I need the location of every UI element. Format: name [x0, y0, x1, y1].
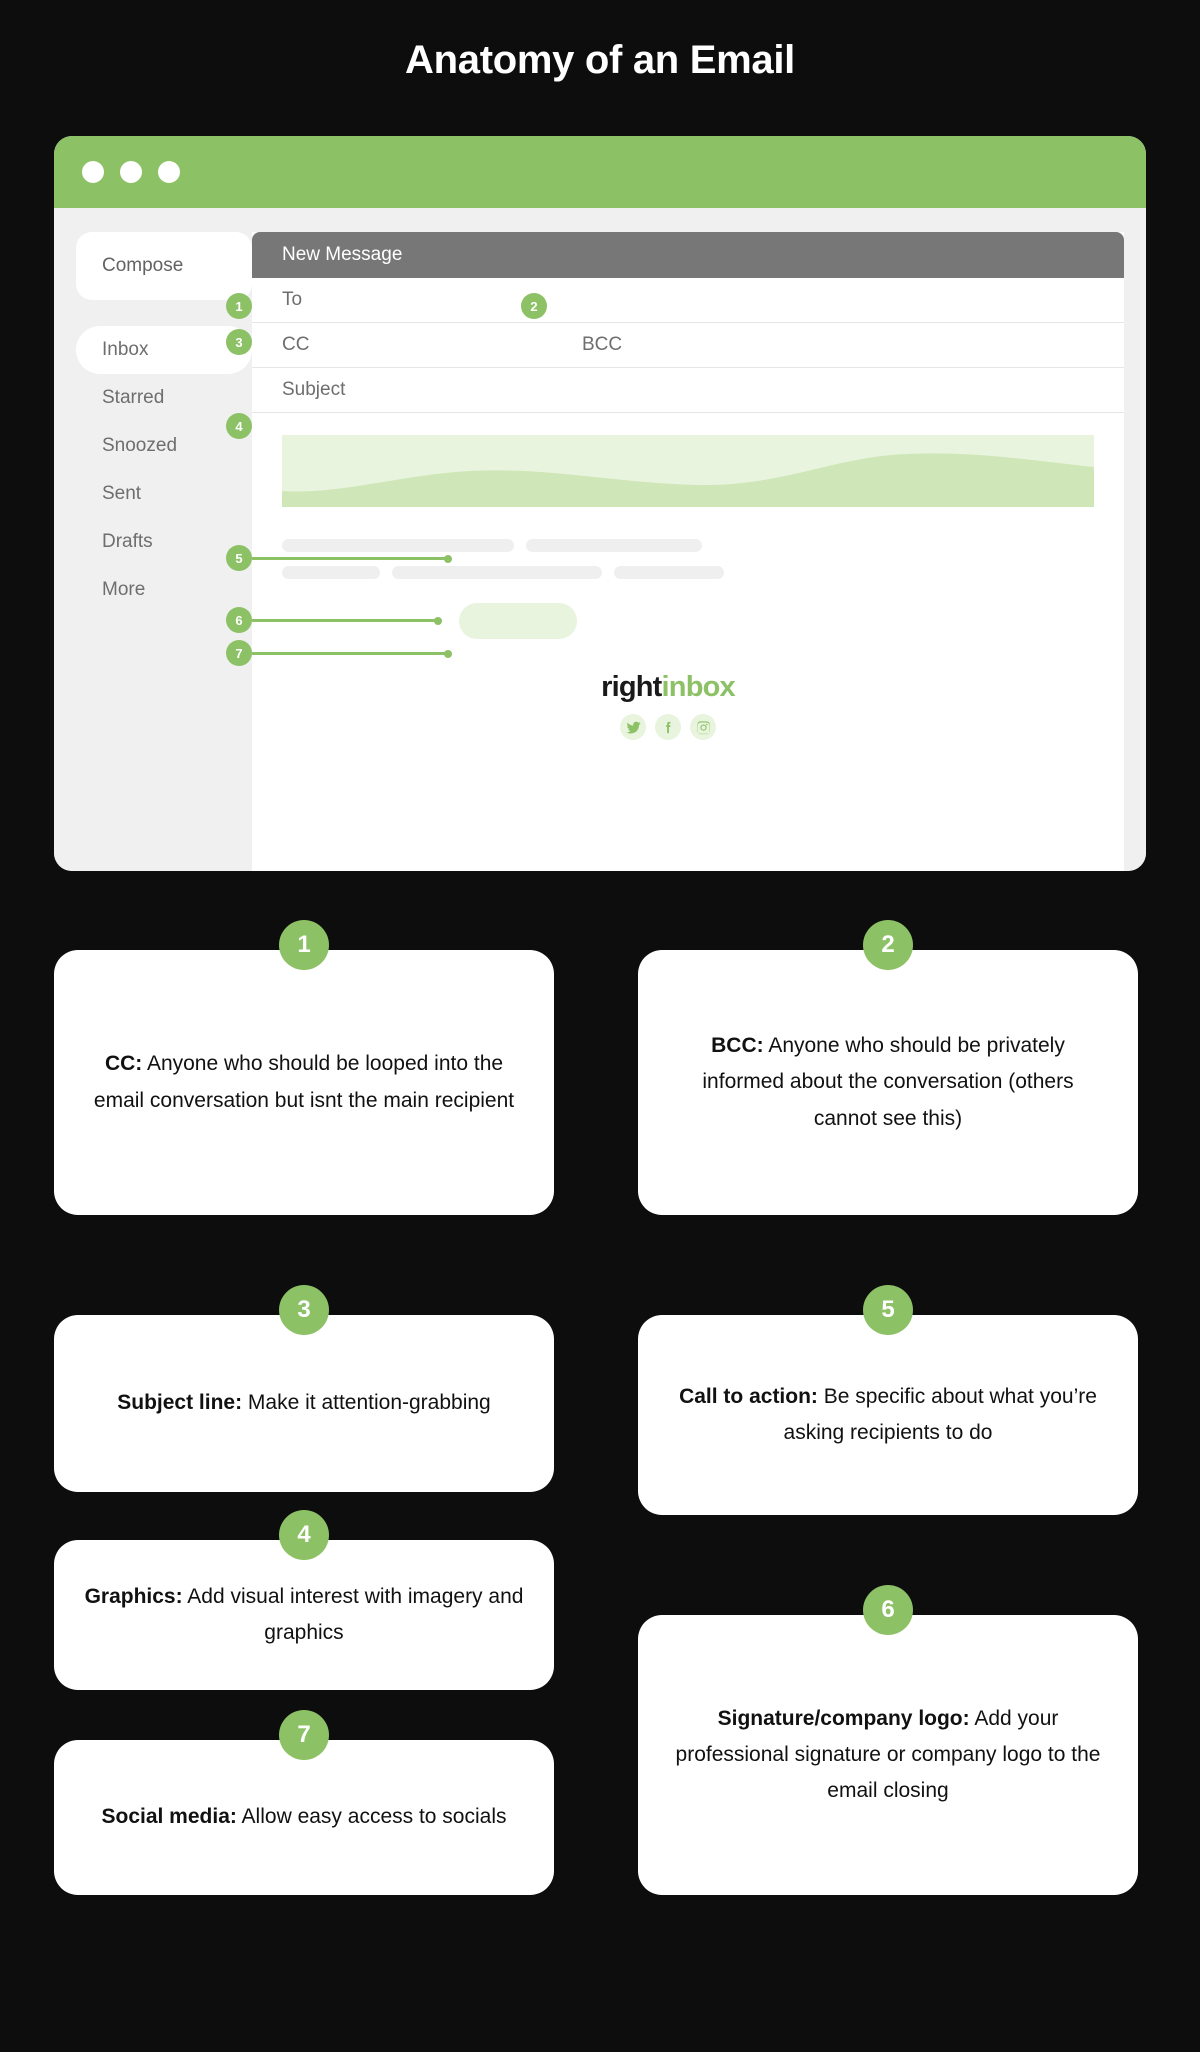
field-row-to[interactable]: To: [252, 278, 1124, 323]
info-card-7-text: Social media: Allow easy access to socia…: [101, 1799, 506, 1835]
mini-badge-4: 4: [226, 413, 252, 439]
twitter-icon[interactable]: [620, 714, 646, 740]
hero-graphic-image: [282, 435, 1094, 507]
mini-badge-7: 7: [226, 640, 252, 666]
compose-button-label: Compose: [102, 255, 184, 276]
placeholder-bar: [282, 566, 380, 579]
info-card-4: Graphics: Add visual interest with image…: [54, 1540, 554, 1690]
leader-line-5: [252, 554, 452, 563]
info-card-7-badge: 7: [279, 1710, 329, 1760]
info-card-4-bold: Graphics:: [84, 1584, 183, 1608]
browser-window-mock: Compose Inbox Starred Snoozed Sent Draft…: [54, 136, 1146, 871]
leader-line-6: [252, 616, 442, 625]
compose-body: rightinbox: [252, 413, 1124, 871]
info-card-1-body: Anyone who should be looped into the ema…: [93, 1052, 515, 1112]
mini-badge-2: 2: [521, 293, 547, 319]
logo-text-right: right: [601, 671, 662, 703]
infographic-page: Anatomy of an Email Compose Inbox Starre…: [0, 0, 1200, 2052]
logo-text-inbox: inbox: [661, 671, 736, 703]
email-sidebar: Compose Inbox Starred Snoozed Sent Draft…: [54, 208, 252, 871]
facebook-icon[interactable]: [655, 714, 681, 740]
rightinbox-logo: rightinbox: [282, 671, 1054, 704]
to-field-label: To: [282, 289, 303, 310]
sidebar-item-label: More: [102, 579, 146, 600]
sidebar-item-starred[interactable]: Starred: [76, 374, 252, 422]
window-dot-close-icon: [82, 161, 104, 183]
info-card-2-bold: BCC:: [711, 1034, 764, 1058]
info-card-5: Call to action: Be specific about what y…: [638, 1315, 1138, 1515]
info-card-3-badge: 3: [279, 1285, 329, 1335]
mini-badge-3: 3: [226, 329, 252, 355]
browser-title-bar: [54, 136, 1146, 208]
browser-content: Compose Inbox Starred Snoozed Sent Draft…: [54, 208, 1146, 871]
social-icon-row: [282, 714, 1054, 740]
compose-panel: New Message To CC BCC Subject rightinbox: [252, 232, 1124, 871]
info-card-1: CC: Anyone who should be looped into the…: [54, 950, 554, 1215]
compose-panel-title: New Message: [282, 244, 403, 265]
info-card-1-badge: 1: [279, 920, 329, 970]
info-card-5-body: Be specific about what you’re asking rec…: [783, 1384, 1097, 1444]
placeholder-line-row: [282, 566, 1094, 579]
info-card-2-text: BCC: Anyone who should be privately info…: [668, 1028, 1108, 1136]
info-card-4-text: Graphics: Add visual interest with image…: [84, 1579, 524, 1651]
window-dot-maximize-icon: [158, 161, 180, 183]
info-cards-section: CC: Anyone who should be looped into the…: [0, 900, 1200, 2000]
info-card-2-badge: 2: [863, 920, 913, 970]
info-card-1-bold: CC:: [104, 1052, 143, 1076]
info-card-6: Signature/company logo: Add your profess…: [638, 1615, 1138, 1895]
info-card-3: Subject line: Make it attention-grabbing: [54, 1315, 554, 1492]
sidebar-item-label: Sent: [102, 483, 142, 504]
instagram-icon[interactable]: [690, 714, 716, 740]
info-card-6-badge: 6: [863, 1585, 913, 1635]
call-to-action-button[interactable]: [459, 603, 577, 639]
placeholder-line-row: [282, 539, 1094, 552]
sidebar-item-sent[interactable]: Sent: [76, 470, 252, 518]
subject-field-label: Subject: [282, 379, 346, 400]
window-dot-minimize-icon: [120, 161, 142, 183]
mini-badge-1: 1: [226, 293, 252, 319]
field-row-cc[interactable]: CC BCC: [252, 323, 1124, 368]
info-card-6-text: Signature/company logo: Add your profess…: [668, 1701, 1108, 1809]
mini-badge-5: 5: [226, 545, 252, 571]
cc-field-label: CC: [282, 334, 310, 355]
sidebar-item-label: Inbox: [102, 339, 149, 360]
compose-panel-header: New Message: [252, 232, 1124, 278]
sidebar-item-label: Starred: [102, 387, 165, 408]
compose-button[interactable]: Compose: [76, 232, 252, 300]
info-card-4-badge: 4: [279, 1510, 329, 1560]
info-card-5-badge: 5: [863, 1285, 913, 1335]
sidebar-item-label: Drafts: [102, 531, 153, 552]
mini-badge-6: 6: [226, 607, 252, 633]
info-card-4-body: Add visual interest with imagery and gra…: [182, 1584, 524, 1644]
info-card-3-text: Subject line: Make it attention-grabbing: [117, 1385, 491, 1421]
info-card-7-body: Allow easy access to socials: [236, 1805, 507, 1829]
info-card-5-text: Call to action: Be specific about what y…: [668, 1379, 1108, 1451]
info-card-2: BCC: Anyone who should be privately info…: [638, 950, 1138, 1215]
info-card-7-bold: Social media:: [101, 1805, 237, 1829]
placeholder-bar: [282, 539, 514, 552]
placeholder-bar: [392, 566, 602, 579]
info-card-5-bold: Call to action:: [679, 1384, 818, 1408]
leader-line-7: [252, 649, 452, 658]
email-signature: rightinbox: [282, 671, 1094, 740]
placeholder-bar: [526, 539, 702, 552]
page-title: Anatomy of an Email: [405, 38, 795, 82]
sidebar-item-more[interactable]: More: [76, 566, 252, 614]
info-card-6-bold: Signature/company logo:: [717, 1706, 970, 1730]
bcc-field-label: BCC: [582, 334, 623, 355]
info-card-3-bold: Subject line:: [117, 1391, 243, 1415]
sidebar-item-inbox[interactable]: Inbox: [76, 326, 252, 374]
info-card-7: Social media: Allow easy access to socia…: [54, 1740, 554, 1895]
info-card-3-body: Make it attention-grabbing: [242, 1391, 491, 1415]
sidebar-item-label: Snoozed: [102, 435, 178, 456]
info-card-1-text: CC: Anyone who should be looped into the…: [84, 1046, 524, 1118]
placeholder-bar: [614, 566, 724, 579]
wave-graphic-icon: [282, 453, 1094, 507]
field-row-subject[interactable]: Subject: [252, 368, 1124, 413]
